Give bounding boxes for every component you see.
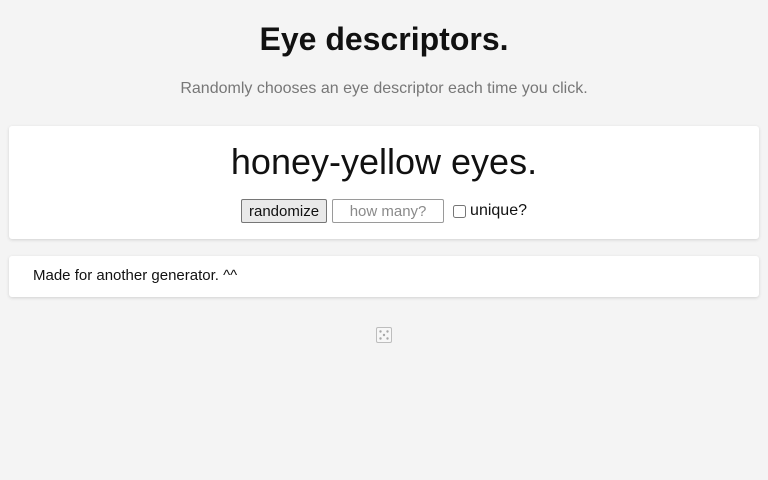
footer-text: Made for another generator. ^^ — [33, 267, 238, 284]
count-input[interactable] — [332, 199, 445, 223]
dice-icon[interactable] — [376, 327, 392, 343]
footer-card: Made for another generator. ^^ — [9, 256, 759, 297]
page-title: Eye descriptors. — [259, 21, 509, 57]
page-subtitle: Randomly chooses an eye descriptor each … — [180, 80, 588, 97]
generator-card: honey-yellow eyes. randomize unique? — [9, 126, 759, 239]
unique-checkbox[interactable] — [453, 204, 467, 218]
randomize-button[interactable]: randomize — [241, 199, 328, 223]
generated-output: honey-yellow eyes. — [230, 141, 538, 182]
unique-toggle[interactable]: unique? — [453, 202, 527, 220]
page: Eye descriptors. Randomly chooses an eye… — [0, 0, 768, 480]
generator-controls: randomize unique? — [9, 199, 759, 223]
unique-label: unique? — [470, 202, 527, 219]
